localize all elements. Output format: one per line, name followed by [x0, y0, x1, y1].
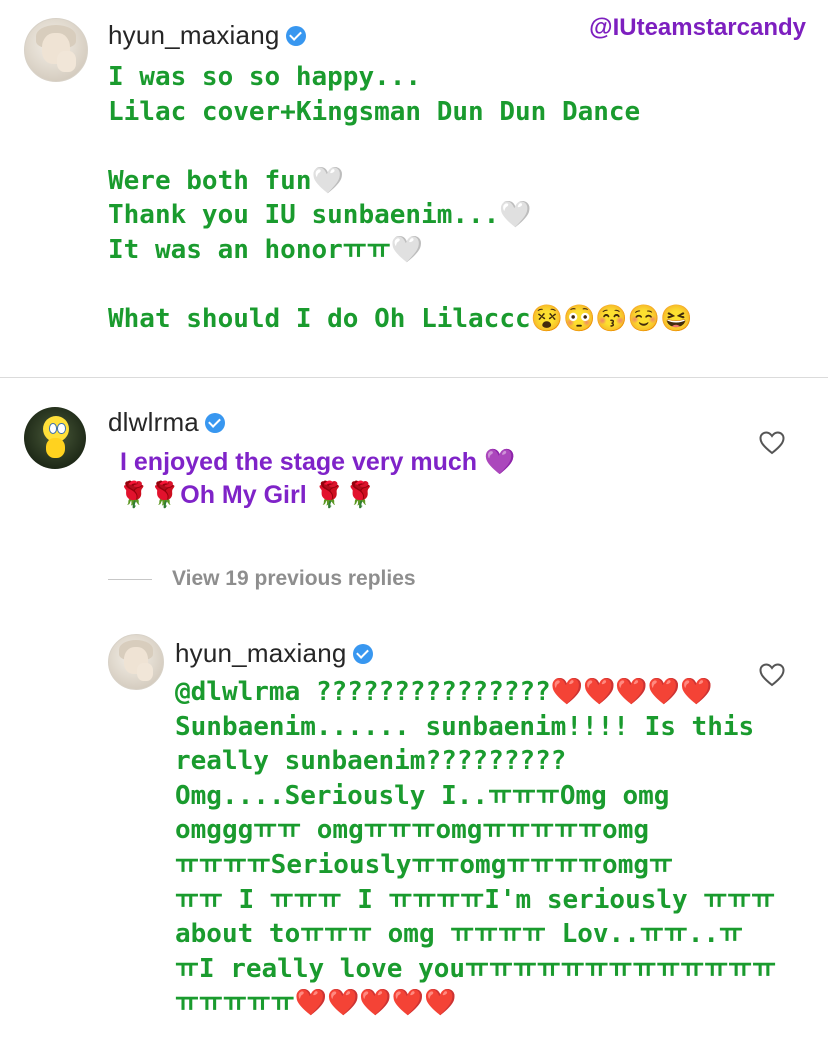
avatar-bird-body	[46, 438, 65, 458]
comment-author-username[interactable]: dlwlrma	[108, 407, 225, 437]
comment-author-avatar[interactable]	[24, 407, 86, 469]
comment-author-name[interactable]: dlwlrma	[108, 407, 199, 437]
watermark-handle: @IUteamstarcandy	[589, 14, 806, 41]
avatar-photo-hand	[137, 663, 154, 682]
verified-badge-icon	[285, 26, 306, 46]
heart-outline-icon[interactable]	[759, 431, 785, 455]
avatar-bird-eye-right	[57, 423, 66, 434]
view-replies-line	[108, 578, 152, 580]
section-divider	[0, 377, 828, 378]
avatar-photo-hand	[57, 51, 76, 73]
avatar-bird-eye-left	[48, 423, 57, 434]
comment-text-line-1: I enjoyed the stage very much 💜	[120, 448, 516, 476]
post-author-username[interactable]: hyun_maxiang	[108, 20, 306, 50]
reply-text: @dlwlrma ???????????????❤️❤️❤️❤️❤️ Sunba…	[175, 677, 776, 1019]
view-replies-label[interactable]: View 19 previous replies	[172, 567, 416, 591]
reply-author-name[interactable]: hyun_maxiang	[175, 638, 347, 668]
reply-author-username[interactable]: hyun_maxiang	[175, 638, 373, 668]
post-caption: I was so so happy... Lilac cover+Kingsma…	[108, 62, 693, 334]
heart-outline-icon[interactable]	[759, 663, 785, 687]
view-previous-replies-button[interactable]: View 19 previous replies	[108, 566, 416, 592]
comment-text-line-2: 🌹🌹Oh My Girl 🌹🌹	[118, 481, 376, 509]
verified-badge-icon	[352, 644, 373, 664]
reply-author-avatar[interactable]	[108, 634, 164, 690]
post-author-avatar[interactable]	[24, 18, 88, 82]
post-header: hyun_maxiang @IUteamstarcandy I was so s…	[0, 0, 828, 377]
post-author-name[interactable]: hyun_maxiang	[108, 20, 280, 50]
verified-badge-icon	[204, 413, 225, 433]
